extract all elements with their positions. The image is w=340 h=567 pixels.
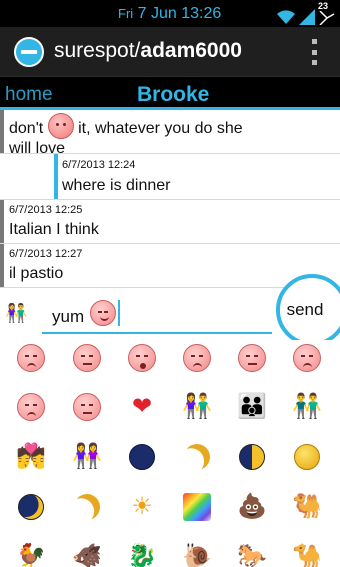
family-icon[interactable]: 👪 xyxy=(237,392,267,422)
rainbow-icon[interactable] xyxy=(182,492,212,522)
app-name: surespot xyxy=(54,39,135,62)
heart-icon[interactable]: ❤ xyxy=(127,392,157,422)
message-side-bar xyxy=(0,110,4,153)
frown-face-icon[interactable] xyxy=(16,343,46,373)
snail-icon[interactable]: 🐌 xyxy=(182,542,212,567)
frown-emoji-icon xyxy=(47,113,74,139)
username: adam6000 xyxy=(140,39,242,62)
surespot-logo-icon[interactable] xyxy=(14,37,44,67)
smile-emoji-icon xyxy=(90,300,116,326)
message-text: don't it, whatever you do she will love xyxy=(9,113,329,159)
tab-brooke[interactable]: Brooke xyxy=(137,83,209,107)
crescent-moon-icon[interactable] xyxy=(72,492,102,522)
poop-icon[interactable]: 💩 xyxy=(237,492,267,522)
battery-level: 23 xyxy=(318,1,329,11)
message-timestamp: 6/7/2013 12:24 xyxy=(62,159,136,171)
message-timestamp: 6/7/2013 12:25 xyxy=(9,204,83,216)
open-mouth-face-icon[interactable] xyxy=(127,343,157,373)
full-moon-icon[interactable] xyxy=(292,442,322,472)
status-date-time: 7 Jun 13:26 xyxy=(137,5,222,22)
half-moon-icon[interactable] xyxy=(237,442,267,472)
message-input-value: yum xyxy=(52,307,85,326)
status-clock: Fri 7 Jun 13:26 xyxy=(118,5,221,23)
waxing-moon-icon[interactable] xyxy=(16,492,46,522)
app-title: surespot/adam6000 xyxy=(54,39,242,63)
status-icons: 23 xyxy=(276,1,336,25)
crescent-moon-icon[interactable] xyxy=(182,442,212,472)
message-item[interactable]: 6/7/2013 12:25 Italian I think xyxy=(0,200,340,244)
battery-icon: 23 xyxy=(318,1,336,25)
couple-icon[interactable]: 👭 xyxy=(72,442,102,472)
dromedary-icon[interactable]: 🐪 xyxy=(292,542,322,567)
kiss-couple-icon[interactable]: 💏 xyxy=(16,442,46,472)
status-bar: Fri 7 Jun 13:26 23 xyxy=(0,0,340,27)
message-side-bar xyxy=(0,200,4,243)
message-text: where is dinner xyxy=(62,177,171,194)
angry-face-icon[interactable] xyxy=(16,392,46,422)
camel-icon[interactable]: 🐫 xyxy=(292,492,322,522)
new-moon-icon[interactable] xyxy=(127,442,157,472)
message-text: Italian I think xyxy=(9,221,99,238)
tab-home[interactable]: home xyxy=(5,84,53,106)
tab-strip: home Brooke xyxy=(0,78,340,110)
couple-icon[interactable]: 👬 xyxy=(292,392,322,422)
action-bar: surespot/adam6000 xyxy=(0,27,340,77)
message-side-bar xyxy=(54,154,58,199)
dragon-icon[interactable]: 🐉 xyxy=(127,542,157,567)
text-cursor xyxy=(118,300,120,326)
message-text: il pastio xyxy=(9,265,64,282)
message-item[interactable]: 6/7/2013 12:24 where is dinner xyxy=(0,154,340,200)
message-input[interactable]: yum xyxy=(42,298,272,334)
couple-emoji-icon[interactable]: 👫 xyxy=(5,304,27,322)
message-timestamp: 6/7/2013 12:27 xyxy=(9,248,83,260)
rooster-icon[interactable]: 🐓 xyxy=(16,542,46,567)
frown-face-icon[interactable] xyxy=(182,343,212,373)
sleepy-face-icon[interactable] xyxy=(237,343,267,373)
neutral-face-icon[interactable] xyxy=(72,343,102,373)
frown-face-icon[interactable] xyxy=(292,343,322,373)
signal-icon xyxy=(299,9,315,25)
boar-icon[interactable]: 🐗 xyxy=(72,542,102,567)
send-button[interactable]: send xyxy=(276,274,340,346)
horse-icon[interactable]: 🐎 xyxy=(237,542,267,567)
overflow-menu-icon[interactable] xyxy=(310,39,318,65)
wifi-icon xyxy=(277,10,295,24)
message-side-bar xyxy=(0,244,4,287)
message-list[interactable]: don't it, whatever you do she will love … xyxy=(0,110,340,288)
sun-face-icon[interactable]: ☀ xyxy=(127,492,157,522)
status-day: Fri xyxy=(118,6,134,21)
neutral-face-icon[interactable] xyxy=(72,392,102,422)
couple-icon[interactable]: 👫 xyxy=(182,392,212,422)
emoji-picker: ❤ 👫 👪 👬 💏 👭 ☀ 💩 🐫 🐓 🐗 🐉 🐌 🐎 🐪 xyxy=(0,340,340,567)
message-item[interactable]: don't it, whatever you do she will love xyxy=(0,110,340,157)
